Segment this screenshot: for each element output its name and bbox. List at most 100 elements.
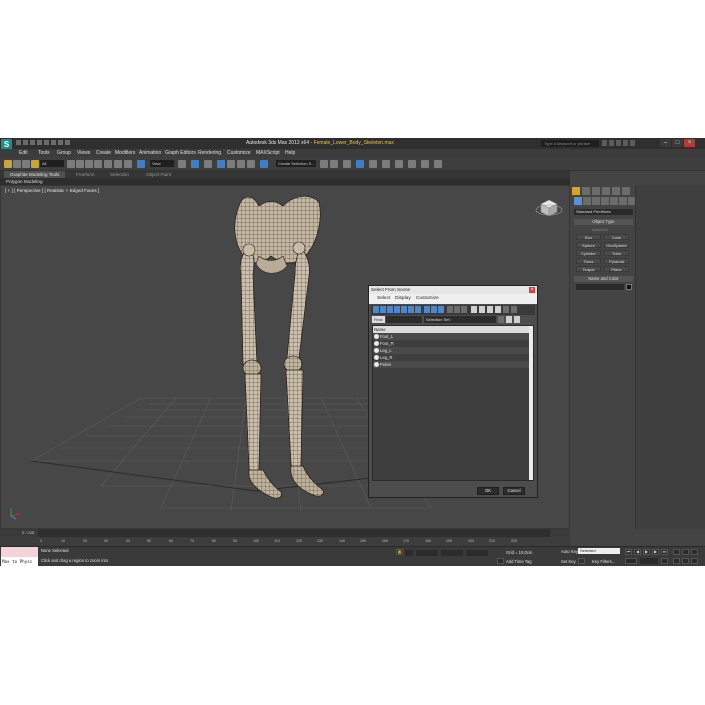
hold-icon[interactable] xyxy=(51,140,56,145)
menu-rendering[interactable]: Rendering xyxy=(198,150,221,156)
link-icon[interactable] xyxy=(13,160,21,168)
key-filters-button[interactable]: Key Filters... xyxy=(592,559,615,564)
helpers-icon[interactable] xyxy=(610,197,618,205)
filter-icon[interactable] xyxy=(511,306,517,313)
material-editor-icon[interactable] xyxy=(395,160,403,168)
align-icon[interactable] xyxy=(330,160,338,168)
go-to-start-icon[interactable]: ⏮ xyxy=(625,549,632,555)
selection-filter-dropdown[interactable]: All xyxy=(40,160,64,167)
object-name-input[interactable] xyxy=(576,284,624,290)
rotate-icon[interactable] xyxy=(114,160,122,168)
redo-icon[interactable] xyxy=(44,140,49,145)
lock-selection-icon[interactable]: 🔒 xyxy=(396,549,403,555)
reference-coord-dropdown[interactable]: View xyxy=(150,160,174,167)
open-file-icon[interactable] xyxy=(23,140,28,145)
bind-space-warp-icon[interactable] xyxy=(31,160,39,168)
selected-dropdown[interactable]: Selected xyxy=(578,548,620,554)
tube-button[interactable]: Tube xyxy=(604,250,629,256)
undo-icon[interactable] xyxy=(37,140,42,145)
list-item-leg-r[interactable]: Leg_R xyxy=(373,354,533,361)
maximize-button[interactable]: □ xyxy=(672,139,683,147)
dialog-menu-customize[interactable]: Customize xyxy=(416,296,439,301)
geosphere-button[interactable]: GeoSphere xyxy=(604,242,629,248)
go-to-end-icon[interactable]: ⏭ xyxy=(661,549,668,555)
time-tag-icon[interactable] xyxy=(497,558,504,564)
pan-view-icon[interactable] xyxy=(682,558,689,564)
polygon-modeling-panel[interactable]: Polygon Modeling xyxy=(6,179,43,184)
list-item-leg-l[interactable]: Leg_L xyxy=(373,347,533,354)
display-xrefs-icon[interactable] xyxy=(424,306,430,313)
edit-selection-set-icon[interactable] xyxy=(514,316,520,323)
tab-object-paint[interactable]: Object Paint xyxy=(146,172,171,177)
lights-icon[interactable] xyxy=(592,197,600,205)
time-configuration-icon[interactable] xyxy=(661,558,668,564)
cancel-button[interactable]: Cancel xyxy=(503,487,525,495)
ok-button[interactable]: OK xyxy=(477,487,499,495)
menu-help[interactable]: Help xyxy=(285,150,295,156)
list-scrollbar[interactable] xyxy=(529,326,533,480)
fetch-icon[interactable] xyxy=(58,140,63,145)
primitive-type-dropdown[interactable]: Standard Primitives xyxy=(574,209,633,215)
menu-group[interactable]: Group xyxy=(57,150,71,156)
schematic-view-icon[interactable] xyxy=(382,160,390,168)
cone-button[interactable]: Cone xyxy=(604,234,629,240)
zoom-icon[interactable] xyxy=(673,549,680,555)
motion-tab-icon[interactable] xyxy=(602,187,610,195)
percent-snap-icon[interactable] xyxy=(237,160,245,168)
project-folder-icon[interactable] xyxy=(65,140,70,145)
minimize-button[interactable]: – xyxy=(660,139,671,147)
display-frozen-icon[interactable] xyxy=(447,306,453,313)
subscription-icon[interactable] xyxy=(609,140,614,146)
hierarchy-tab-icon[interactable] xyxy=(592,187,600,195)
display-helpers-icon[interactable] xyxy=(401,306,407,313)
tab-selection[interactable]: Selection xyxy=(110,172,129,177)
track-bar[interactable]: 0 10 20 30 40 50 60 70 80 90 100 110 120… xyxy=(0,537,570,546)
list-item-foot-l[interactable]: Foot_L xyxy=(373,333,533,340)
set-key-button[interactable]: Set Key xyxy=(561,559,576,564)
zoom-extents-icon[interactable] xyxy=(691,549,698,555)
maxscript-listener-top[interactable] xyxy=(1,547,38,557)
find-input[interactable] xyxy=(386,316,422,323)
graphite-toggle-icon[interactable] xyxy=(356,160,364,168)
zoom-all-icon[interactable] xyxy=(682,549,689,555)
keyboard-shortcut-icon[interactable] xyxy=(204,160,212,168)
rendered-frame-window-icon[interactable] xyxy=(421,160,429,168)
select-all-icon[interactable] xyxy=(487,306,493,313)
display-groups-icon[interactable] xyxy=(415,306,421,313)
invert-display-icon[interactable] xyxy=(479,306,485,313)
maximize-viewport-icon[interactable] xyxy=(691,558,698,564)
spinner-snap-icon[interactable] xyxy=(247,160,255,168)
previous-frame-icon[interactable]: ◀ xyxy=(634,549,641,555)
menu-customize[interactable]: Customize xyxy=(227,150,251,156)
communication-center-icon[interactable] xyxy=(616,140,621,146)
time-slider-track[interactable] xyxy=(38,529,550,537)
next-frame-icon[interactable]: ▶ xyxy=(652,549,659,555)
display-none-icon[interactable] xyxy=(471,306,477,313)
pyramid-button[interactable]: Pyramid xyxy=(604,258,629,264)
display-all-icon[interactable] xyxy=(461,306,467,313)
undo-toolbar-icon[interactable] xyxy=(4,160,12,168)
y-coordinate-field[interactable] xyxy=(441,550,463,556)
time-slider-label[interactable]: 0 / 225 xyxy=(22,530,34,535)
display-space-warps-icon[interactable] xyxy=(408,306,414,313)
field-of-view-icon[interactable] xyxy=(673,558,680,564)
scale-icon[interactable] xyxy=(124,160,132,168)
key-mode-toggle-icon[interactable] xyxy=(625,558,637,564)
mirror-icon[interactable] xyxy=(320,160,328,168)
list-item-foot-r[interactable]: Foot_R xyxy=(373,340,533,347)
curve-editor-icon[interactable] xyxy=(369,160,377,168)
edit-named-sets-icon[interactable] xyxy=(260,160,268,168)
space-warps-icon[interactable] xyxy=(619,197,627,205)
select-manipulate-icon[interactable] xyxy=(137,160,145,168)
select-and-manipulate-icon[interactable] xyxy=(191,160,199,168)
display-cameras-icon[interactable] xyxy=(394,306,400,313)
x-coordinate-field[interactable] xyxy=(416,550,438,556)
select-object-icon[interactable] xyxy=(67,160,75,168)
z-coordinate-field[interactable] xyxy=(466,550,488,556)
menu-create[interactable]: Create xyxy=(96,150,111,156)
dialog-menu-display[interactable]: Display xyxy=(395,296,411,301)
maxscript-mini-listener[interactable]: Max to Physc xyxy=(1,557,38,566)
select-invert-icon[interactable] xyxy=(503,306,509,313)
select-none-icon[interactable] xyxy=(495,306,501,313)
display-geometry-icon[interactable] xyxy=(373,306,379,313)
